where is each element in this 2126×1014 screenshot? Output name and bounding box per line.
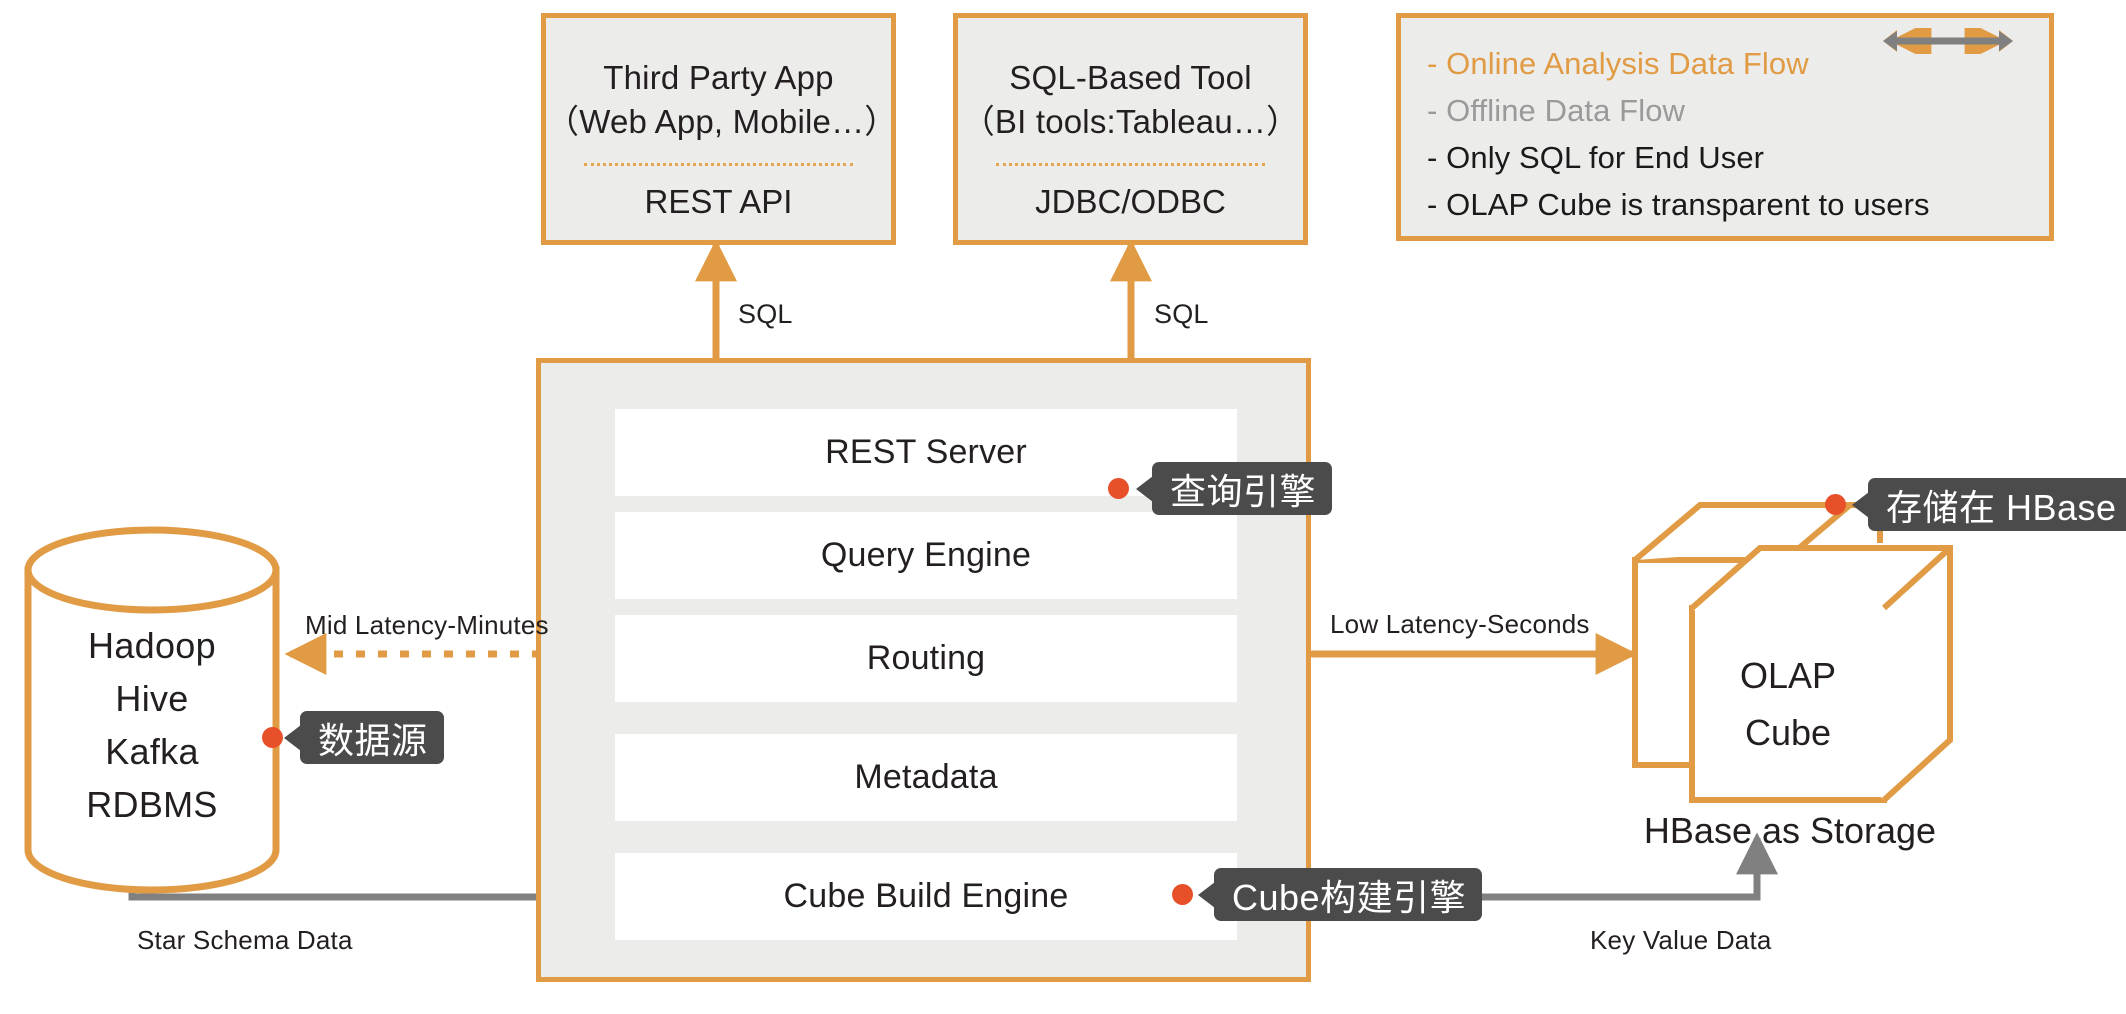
kylin-core-container: REST Server Query Engine Routing Metadat… bbox=[536, 358, 1311, 982]
edge-label-mid-latency: Mid Latency-Minutes bbox=[305, 610, 549, 641]
core-item-label: Metadata bbox=[854, 758, 997, 797]
datasource-line-hive: Hive bbox=[28, 678, 276, 720]
divider-dotted bbox=[996, 163, 1265, 166]
legend-item-offline-data-flow: - Offline Data Flow bbox=[1427, 87, 2049, 134]
core-item-metadata[interactable]: Metadata bbox=[615, 734, 1237, 821]
edge-label-sql-left: SQL bbox=[738, 299, 793, 330]
edge-label-key-value: Key Value Data bbox=[1590, 925, 1772, 956]
callout-hbase[interactable]: 存储在 HBase bbox=[1868, 478, 2126, 531]
legend-label: - OLAP Cube is transparent to users bbox=[1427, 187, 1930, 223]
edge-label-star-schema: Star Schema Data bbox=[137, 925, 353, 956]
callout-dot-datasource bbox=[262, 727, 283, 748]
callout-dot-hbase bbox=[1825, 494, 1846, 515]
core-item-label: Routing bbox=[867, 639, 986, 678]
hbase-storage-caption: HBase as Storage bbox=[1600, 810, 1980, 852]
client-title: Third Party App （Web App, Mobile…） bbox=[546, 56, 891, 144]
callout-text: 查询引擎 bbox=[1170, 463, 1316, 515]
callout-text: 数据源 bbox=[318, 712, 428, 764]
legend-label: - Online Analysis Data Flow bbox=[1427, 46, 1809, 82]
double-arrow-gray-icon bbox=[1883, 28, 2013, 54]
core-item-query-engine[interactable]: Query Engine bbox=[615, 512, 1237, 599]
core-item-cube-build-engine[interactable]: Cube Build Engine bbox=[615, 853, 1237, 940]
legend-item-olap-cube-transparent: - OLAP Cube is transparent to users bbox=[1427, 181, 2049, 228]
callout-cube-build-engine[interactable]: Cube构建引擎 bbox=[1214, 868, 1482, 921]
core-item-label: Cube Build Engine bbox=[783, 877, 1068, 916]
callout-dot-cube-build bbox=[1172, 884, 1193, 905]
legend-label: - Offline Data Flow bbox=[1427, 93, 1685, 129]
client-box-third-party-app[interactable]: Third Party App （Web App, Mobile…） REST … bbox=[541, 13, 896, 245]
callout-text: Cube构建引擎 bbox=[1232, 869, 1466, 921]
datasource-line-rdbms: RDBMS bbox=[28, 784, 276, 826]
callout-text: 存储在 HBase bbox=[1886, 479, 2117, 531]
client-box-sql-based-tool[interactable]: SQL-Based Tool （BI tools:Tableau…） JDBC/… bbox=[953, 13, 1308, 245]
core-item-routing[interactable]: Routing bbox=[615, 615, 1237, 702]
client-protocol: JDBC/ODBC bbox=[1035, 183, 1226, 221]
client-title: SQL-Based Tool （BI tools:Tableau…） bbox=[962, 56, 1300, 144]
divider-dotted bbox=[584, 163, 853, 166]
edge-label-sql-right: SQL bbox=[1154, 299, 1209, 330]
datasource-line-hadoop: Hadoop bbox=[28, 625, 276, 667]
olap-cube-label-line1: OLAP bbox=[1692, 655, 1884, 697]
core-item-label: REST Server bbox=[825, 433, 1027, 472]
callout-query-engine[interactable]: 查询引擎 bbox=[1152, 462, 1332, 515]
olap-cube-label-line2: Cube bbox=[1692, 712, 1884, 754]
core-item-label: Query Engine bbox=[821, 536, 1031, 575]
star-schema-arrow bbox=[132, 870, 600, 897]
edge-label-low-latency: Low Latency-Seconds bbox=[1330, 609, 1590, 640]
legend-label: - Only SQL for End User bbox=[1427, 140, 1764, 176]
callout-datasource[interactable]: 数据源 bbox=[300, 711, 444, 764]
legend-item-only-sql-for-end-user: - Only SQL for End User bbox=[1427, 134, 2049, 181]
client-protocol: REST API bbox=[645, 183, 793, 221]
legend-box: - Online Analysis Data Flow - Offline Da… bbox=[1396, 13, 2054, 241]
diagram-canvas: Third Party App （Web App, Mobile…） REST … bbox=[0, 0, 2126, 1014]
datasource-line-kafka: Kafka bbox=[28, 731, 276, 773]
callout-dot-query-engine bbox=[1108, 478, 1129, 499]
